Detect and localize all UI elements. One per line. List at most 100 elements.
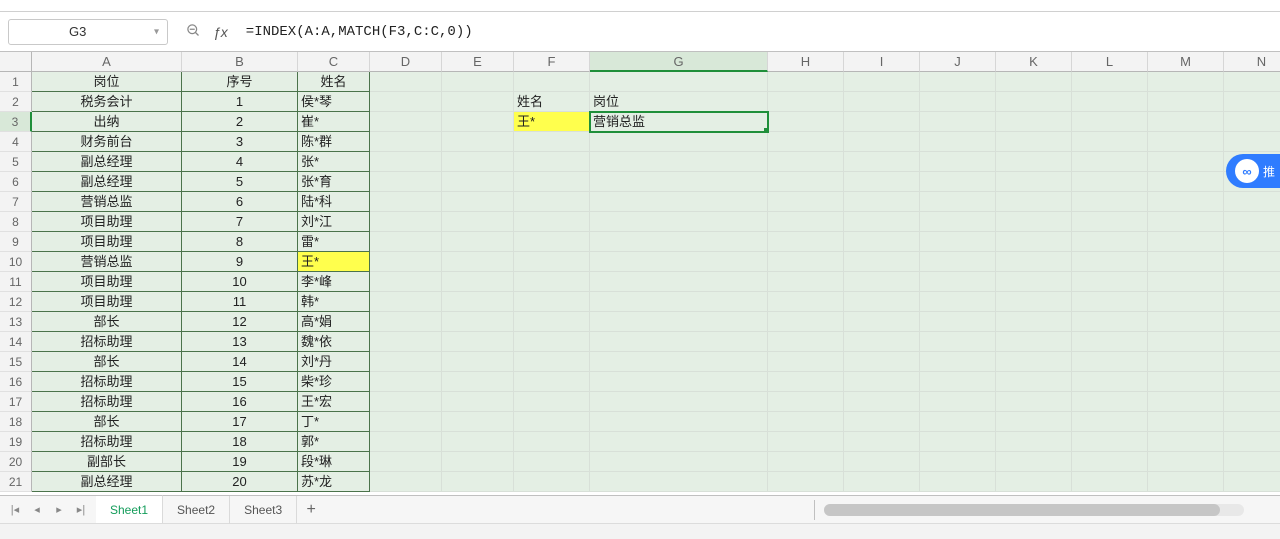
col-header-L[interactable]: L — [1072, 52, 1148, 72]
cell-J12[interactable] — [920, 292, 996, 312]
cell-M12[interactable] — [1148, 292, 1224, 312]
cell-D16[interactable] — [370, 372, 442, 392]
cell-G6[interactable] — [590, 172, 768, 192]
cell-F17[interactable] — [514, 392, 590, 412]
cell-A6[interactable]: 副总经理 — [32, 172, 182, 192]
cell-N7[interactable] — [1224, 192, 1280, 212]
cell-G7[interactable] — [590, 192, 768, 212]
cell-K1[interactable] — [996, 72, 1072, 92]
cell-J21[interactable] — [920, 472, 996, 492]
cell-C3[interactable]: 崔* — [298, 112, 370, 132]
cell-F13[interactable] — [514, 312, 590, 332]
cell-J19[interactable] — [920, 432, 996, 452]
cell-K20[interactable] — [996, 452, 1072, 472]
cell-K11[interactable] — [996, 272, 1072, 292]
cell-I3[interactable] — [844, 112, 920, 132]
cell-G3[interactable]: 营销总监 — [590, 112, 768, 132]
cell-I15[interactable] — [844, 352, 920, 372]
cell-B5[interactable]: 4 — [182, 152, 298, 172]
cell-A13[interactable]: 部长 — [32, 312, 182, 332]
cell-H12[interactable] — [768, 292, 844, 312]
sheet-prev-icon[interactable]: ◂ — [26, 498, 48, 522]
cell-A20[interactable]: 副部长 — [32, 452, 182, 472]
cell-M10[interactable] — [1148, 252, 1224, 272]
cell-L7[interactable] — [1072, 192, 1148, 212]
cell-K14[interactable] — [996, 332, 1072, 352]
cell-E7[interactable] — [442, 192, 514, 212]
cell-E1[interactable] — [442, 72, 514, 92]
cell-I20[interactable] — [844, 452, 920, 472]
cell-D1[interactable] — [370, 72, 442, 92]
col-header-M[interactable]: M — [1148, 52, 1224, 72]
cell-M2[interactable] — [1148, 92, 1224, 112]
cell-H9[interactable] — [768, 232, 844, 252]
cell-E16[interactable] — [442, 372, 514, 392]
cell-J7[interactable] — [920, 192, 996, 212]
cell-I14[interactable] — [844, 332, 920, 352]
cell-J3[interactable] — [920, 112, 996, 132]
cell-C14[interactable]: 魏*依 — [298, 332, 370, 352]
row-header-14[interactable]: 14 — [0, 332, 32, 352]
cell-N11[interactable] — [1224, 272, 1280, 292]
cell-G15[interactable] — [590, 352, 768, 372]
cell-G19[interactable] — [590, 432, 768, 452]
cell-B3[interactable]: 2 — [182, 112, 298, 132]
cell-K13[interactable] — [996, 312, 1072, 332]
cell-C11[interactable]: 李*峰 — [298, 272, 370, 292]
col-header-G[interactable]: G — [590, 52, 768, 72]
cell-B8[interactable]: 7 — [182, 212, 298, 232]
cell-L3[interactable] — [1072, 112, 1148, 132]
cell-A11[interactable]: 项目助理 — [32, 272, 182, 292]
cell-H2[interactable] — [768, 92, 844, 112]
cell-K3[interactable] — [996, 112, 1072, 132]
cell-D20[interactable] — [370, 452, 442, 472]
cell-F11[interactable] — [514, 272, 590, 292]
cell-J10[interactable] — [920, 252, 996, 272]
cell-E18[interactable] — [442, 412, 514, 432]
cell-I12[interactable] — [844, 292, 920, 312]
cell-L18[interactable] — [1072, 412, 1148, 432]
cell-H5[interactable] — [768, 152, 844, 172]
cell-I10[interactable] — [844, 252, 920, 272]
cell-I19[interactable] — [844, 432, 920, 452]
cell-B19[interactable]: 18 — [182, 432, 298, 452]
cell-B4[interactable]: 3 — [182, 132, 298, 152]
cell-K18[interactable] — [996, 412, 1072, 432]
cell-A15[interactable]: 部长 — [32, 352, 182, 372]
cell-E20[interactable] — [442, 452, 514, 472]
cell-H8[interactable] — [768, 212, 844, 232]
row-header-2[interactable]: 2 — [0, 92, 32, 112]
cell-E19[interactable] — [442, 432, 514, 452]
cell-N10[interactable] — [1224, 252, 1280, 272]
cell-N18[interactable] — [1224, 412, 1280, 432]
row-header-19[interactable]: 19 — [0, 432, 32, 452]
cell-B12[interactable]: 11 — [182, 292, 298, 312]
cell-C15[interactable]: 刘*丹 — [298, 352, 370, 372]
cell-J2[interactable] — [920, 92, 996, 112]
cell-E21[interactable] — [442, 472, 514, 492]
cell-K10[interactable] — [996, 252, 1072, 272]
cell-B9[interactable]: 8 — [182, 232, 298, 252]
cell-D11[interactable] — [370, 272, 442, 292]
sheet-tab-sheet2[interactable]: Sheet2 — [163, 496, 230, 524]
cell-B1[interactable]: 序号 — [182, 72, 298, 92]
cell-M16[interactable] — [1148, 372, 1224, 392]
cell-B18[interactable]: 17 — [182, 412, 298, 432]
cell-C20[interactable]: 段*琳 — [298, 452, 370, 472]
cell-N8[interactable] — [1224, 212, 1280, 232]
col-header-E[interactable]: E — [442, 52, 514, 72]
cell-E10[interactable] — [442, 252, 514, 272]
cell-A16[interactable]: 招标助理 — [32, 372, 182, 392]
cell-E13[interactable] — [442, 312, 514, 332]
cell-G5[interactable] — [590, 152, 768, 172]
cell-D6[interactable] — [370, 172, 442, 192]
cell-F20[interactable] — [514, 452, 590, 472]
cell-M13[interactable] — [1148, 312, 1224, 332]
cell-F18[interactable] — [514, 412, 590, 432]
cell-F2[interactable]: 姓名 — [514, 92, 590, 112]
cell-I18[interactable] — [844, 412, 920, 432]
cell-C4[interactable]: 陈*群 — [298, 132, 370, 152]
cell-I17[interactable] — [844, 392, 920, 412]
cell-I2[interactable] — [844, 92, 920, 112]
cell-H10[interactable] — [768, 252, 844, 272]
